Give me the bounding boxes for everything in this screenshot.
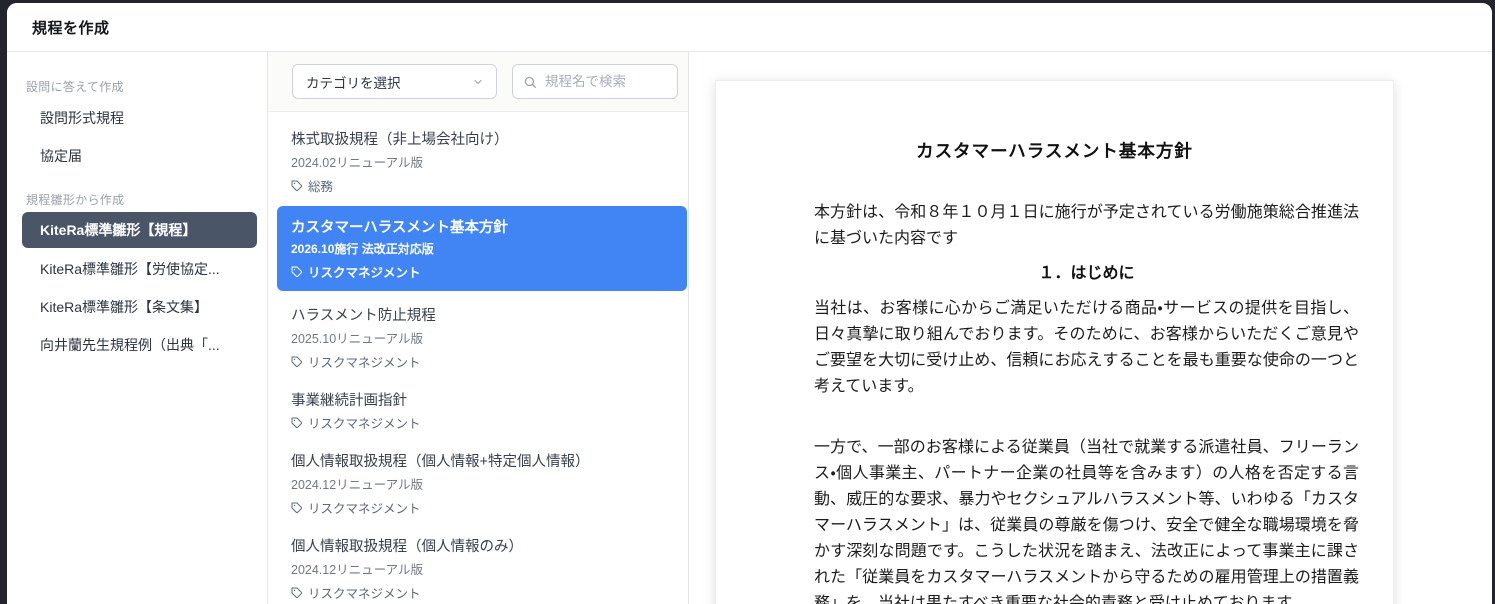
template-version: 2024.02リニューアル版	[291, 152, 672, 171]
sidebar-item-agreement-notification[interactable]: 協定届	[7, 137, 267, 175]
list-item-customer-harassment[interactable]: カスタマーハラスメント基本方針 2026.10施行 法改正対応版 リスクマネジメ…	[277, 206, 687, 291]
document-page: カスタマーハラスメント基本方針 本方針は、令和８年１０月１日に施行が予定されてい…	[715, 80, 1394, 604]
template-list-panel: カテゴリを選択 株式取扱規程（非上場会社向け） 2024.02リニューアル版	[268, 52, 689, 604]
page-title: 規程を作成	[32, 17, 110, 38]
category-select[interactable]: カテゴリを選択	[292, 64, 497, 99]
list-item-personal-info-only[interactable]: 個人情報取扱規程（個人情報のみ） 2024.12リニューアル版 リスクマネジメン…	[268, 526, 688, 604]
template-search	[512, 64, 678, 99]
sidebar-item-question-format[interactable]: 設問形式規程	[7, 99, 267, 137]
template-title: カスタマーハラスメント基本方針	[291, 216, 673, 237]
chevron-down-icon	[472, 76, 484, 88]
tag-icon	[291, 587, 303, 599]
sidebar-item-kitera-standard-kitei[interactable]: KiteRa標準雛形【規程】	[22, 212, 257, 248]
template-category: リスクマネジメント	[291, 413, 672, 432]
document-section-heading: １．はじめに	[814, 261, 1359, 287]
template-version: 2026.10施行 法改正対応版	[291, 240, 673, 257]
tag-icon	[291, 417, 303, 429]
template-category: リスクマネジメント	[291, 262, 673, 281]
document-preview-pane: カスタマーハラスメント基本方針 本方針は、令和８年１０月１日に施行が予定されてい…	[689, 52, 1492, 604]
category-select-value: カテゴリを選択	[306, 72, 401, 92]
tag-icon	[291, 356, 303, 368]
document-paragraph: 当社は、お客様に心からご満足いただける商品・サービスの提供を目指し、日々真摯に取…	[814, 296, 1359, 400]
template-title: 個人情報取扱規程（個人情報のみ）	[291, 535, 672, 556]
tag-icon	[291, 180, 303, 192]
template-category: リスクマネジメント	[291, 352, 672, 371]
template-filter-bar: カテゴリを選択	[268, 52, 688, 112]
sidebar-item-kitera-standard-joubun[interactable]: KiteRa標準雛形【条文集】	[7, 288, 267, 326]
list-item-bcp-guideline[interactable]: 事業継続計画指針 リスクマネジメント	[268, 380, 688, 441]
modal-header: 規程を作成	[7, 3, 1492, 52]
sidebar-section-label-answer: 設問に答えて作成	[26, 78, 267, 95]
search-input[interactable]	[545, 74, 667, 89]
document-title: カスタマーハラスメント基本方針	[716, 138, 1393, 163]
list-item-harassment-prevention[interactable]: ハラスメント防止規程 2025.10リニューアル版 リスクマネジメント	[268, 295, 688, 380]
template-title: 個人情報取扱規程（個人情報+特定個人情報）	[291, 450, 672, 471]
template-title: 株式取扱規程（非上場会社向け）	[291, 128, 672, 149]
template-category: リスクマネジメント	[291, 583, 672, 602]
template-version: 2025.10リニューアル版	[291, 328, 672, 347]
template-category: リスクマネジメント	[291, 498, 672, 517]
tag-icon	[291, 502, 303, 514]
template-title: 事業継続計画指針	[291, 389, 672, 410]
list-item-personal-info-plus[interactable]: 個人情報取扱規程（個人情報+特定個人情報） 2024.12リニューアル版 リスク…	[268, 441, 688, 526]
sidebar-item-kitera-standard-roushi[interactable]: KiteRa標準雛形【労使協定...	[7, 250, 267, 288]
create-regulation-modal: 規程を作成 設問に答えて作成 設問形式規程 協定届 規程雛形から作成 KiteR…	[7, 3, 1492, 604]
sidebar-item-mukai-ran-examples[interactable]: 向井蘭先生規程例（出典「...	[7, 326, 267, 364]
list-item-kabushiki[interactable]: 株式取扱規程（非上場会社向け） 2024.02リニューアル版 総務	[268, 119, 688, 204]
template-version: 2024.12リニューアル版	[291, 559, 672, 578]
template-version: 2024.12リニューアル版	[291, 474, 672, 493]
document-body: 本方針は、令和８年１０月１日に施行が予定されている労働施策総合推進法に基づいた内…	[716, 200, 1393, 604]
template-title: ハラスメント防止規程	[291, 304, 672, 325]
modal-content: 設問に答えて作成 設問形式規程 協定届 規程雛形から作成 KiteRa標準雛形【…	[7, 52, 1492, 604]
document-intro: 本方針は、令和８年１０月１日に施行が予定されている労働施策総合推進法に基づいた内…	[814, 200, 1359, 252]
template-list: 株式取扱規程（非上場会社向け） 2024.02リニューアル版 総務 カスタマーハ…	[268, 112, 688, 604]
search-icon	[523, 75, 537, 89]
sidebar-section-label-template: 規程雛形から作成	[26, 191, 267, 208]
template-category: 総務	[291, 176, 672, 195]
tag-icon	[291, 266, 303, 278]
document-paragraph: 一方で、一部のお客様による従業員（当社で就業する派遣社員、フリーランス・個人事業…	[814, 435, 1359, 604]
template-source-sidebar: 設問に答えて作成 設問形式規程 協定届 規程雛形から作成 KiteRa標準雛形【…	[7, 52, 268, 604]
